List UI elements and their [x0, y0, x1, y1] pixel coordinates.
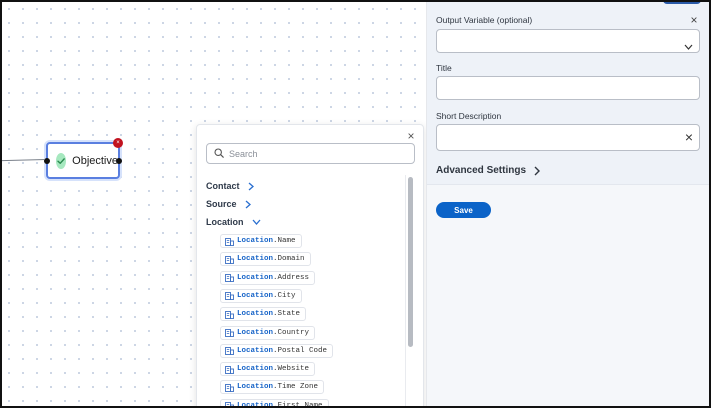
variable-field: .First Name	[273, 401, 323, 408]
variable-prefix: Location	[237, 346, 274, 355]
variable-prefix: Location	[237, 310, 274, 319]
scrollbar[interactable]	[405, 175, 415, 406]
group-location[interactable]: Location	[206, 217, 261, 227]
variable-field: .Time Zone	[273, 383, 319, 392]
variable-picker: × Contact Source Location Location.Na	[196, 124, 424, 408]
building-icon	[225, 383, 234, 392]
group-label: Source	[206, 199, 237, 209]
variable-prefix: Location	[237, 291, 274, 300]
node-delete-badge[interactable]: ×	[113, 138, 123, 148]
variable-item[interactable]: Location .Address	[220, 270, 316, 285]
node-input-handle[interactable]	[44, 158, 50, 164]
variable-item[interactable]: Location .Country	[220, 325, 316, 340]
building-icon	[225, 310, 234, 319]
variable-prefix: Location	[237, 365, 274, 374]
variable-item[interactable]: Location .State	[220, 307, 307, 322]
short-description-label: Short Description	[436, 111, 502, 121]
save-button[interactable]: Save	[436, 202, 491, 218]
chevron-down-icon	[684, 37, 693, 55]
variable-prefix: Location	[237, 401, 274, 408]
output-variable-select[interactable]	[436, 29, 700, 53]
variable-item[interactable]: Location .City	[220, 288, 302, 303]
title-field[interactable]	[436, 76, 700, 100]
group-label: Contact	[206, 181, 240, 191]
search-icon	[214, 145, 224, 163]
close-icon[interactable]: ×	[405, 130, 417, 142]
objective-node[interactable]: Objective ×	[44, 138, 123, 179]
variable-field: .Country	[273, 328, 310, 337]
short-description-input[interactable]	[437, 125, 699, 150]
variable-prefix: Location	[237, 273, 274, 282]
title-label: Title	[436, 63, 452, 73]
variable-field: .Postal Code	[273, 346, 328, 355]
building-icon	[225, 237, 234, 246]
variable-field: .Domain	[273, 255, 305, 264]
variable-item[interactable]: Location .Postal Code	[220, 343, 334, 358]
output-variable-label: Output Variable (optional)	[436, 15, 533, 25]
connection-edge[interactable]	[2, 159, 47, 162]
workflow-editor: Objective × × Contact Source Location	[0, 0, 711, 408]
variable-prefix: Location	[237, 383, 274, 392]
group-contact[interactable]: Contact	[206, 181, 254, 191]
group-label: Location	[206, 217, 244, 227]
search-box[interactable]	[206, 143, 415, 164]
building-icon	[225, 291, 234, 301]
building-icon	[225, 401, 234, 406]
building-icon	[225, 365, 234, 374]
settings-panel: × Output Variable (optional) Title Short…	[426, 2, 709, 406]
variable-item[interactable]: Location .First Name	[220, 398, 329, 408]
short-description-field[interactable]: ×	[436, 124, 700, 151]
variable-item[interactable]: Location .Website	[220, 362, 316, 377]
variable-item[interactable]: Location .Domain	[220, 252, 311, 267]
chevron-right-icon	[248, 182, 254, 191]
variable-field: .Name	[273, 237, 296, 245]
title-input[interactable]	[437, 77, 699, 99]
variable-item[interactable]: Location .Time Zone	[220, 380, 325, 395]
chevron-right-icon	[534, 166, 541, 176]
chevron-down-icon	[252, 219, 261, 225]
variable-field: .City	[273, 291, 296, 300]
variable-field: .Address	[273, 273, 310, 282]
output-variable-input[interactable]	[437, 30, 699, 52]
search-input[interactable]	[229, 148, 399, 159]
panel-tab[interactable]	[663, 2, 701, 4]
advanced-settings-label: Advanced Settings	[436, 165, 527, 176]
building-icon	[225, 255, 234, 264]
group-source[interactable]: Source	[206, 199, 251, 209]
node-label: Objective	[72, 154, 118, 167]
variable-prefix: Location	[237, 328, 274, 337]
advanced-settings-toggle[interactable]: Advanced Settings	[436, 165, 541, 176]
variable-field: .Website	[273, 365, 310, 374]
node-output-handle[interactable]	[116, 158, 122, 164]
check-icon	[56, 152, 67, 169]
scrollbar-thumb[interactable]	[408, 177, 413, 347]
variable-item[interactable]: Location .Name	[220, 234, 302, 248]
variable-field: .State	[273, 310, 301, 319]
building-icon	[225, 328, 234, 337]
building-icon	[225, 346, 234, 356]
close-icon[interactable]: ×	[688, 14, 700, 26]
chevron-right-icon	[245, 200, 251, 209]
clear-icon[interactable]: ×	[685, 130, 693, 144]
variable-prefix: Location	[237, 237, 274, 245]
variable-prefix: Location	[237, 255, 274, 264]
building-icon	[225, 273, 234, 283]
